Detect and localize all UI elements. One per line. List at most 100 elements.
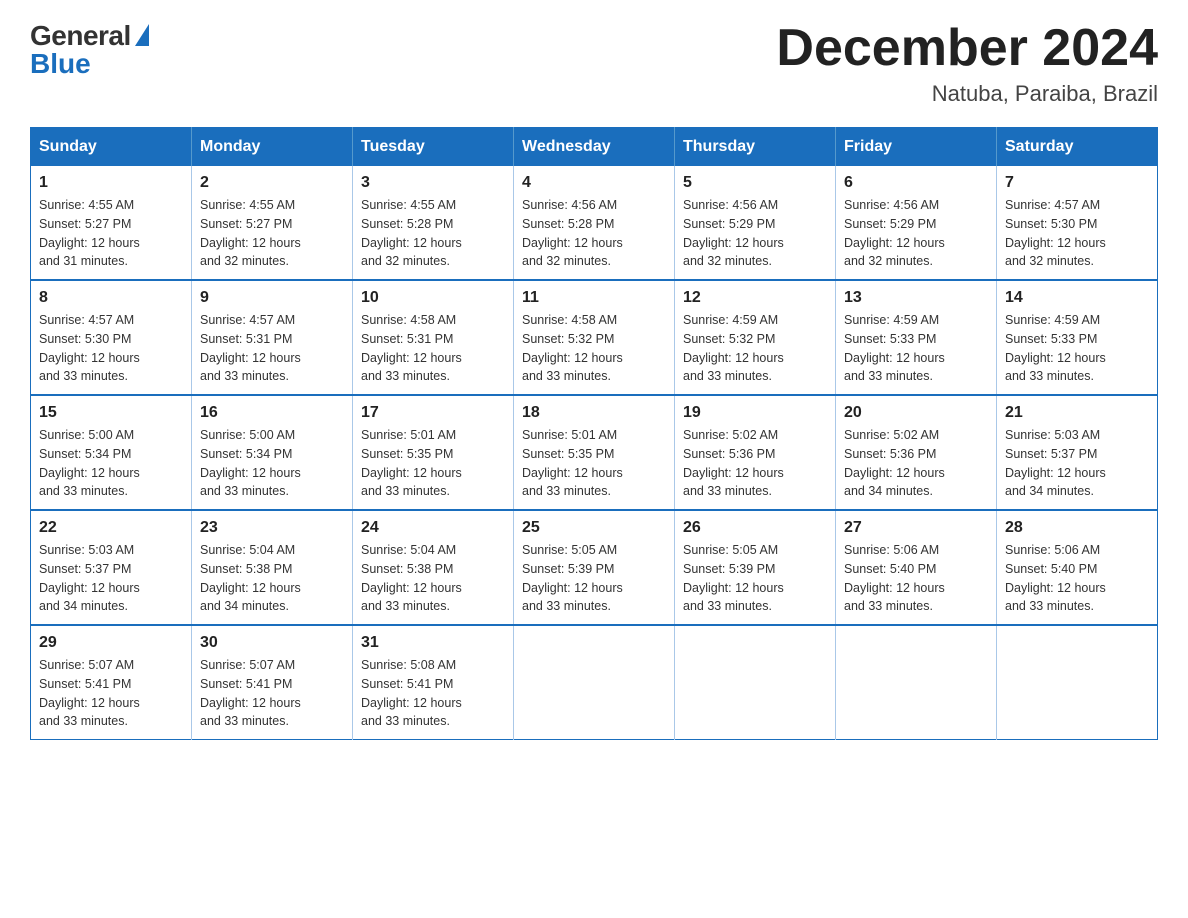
day-info: Sunrise: 5:05 AM Sunset: 5:39 PM Dayligh…	[683, 541, 827, 616]
day-info: Sunrise: 5:07 AM Sunset: 5:41 PM Dayligh…	[39, 656, 183, 731]
day-cell: 10 Sunrise: 4:58 AM Sunset: 5:31 PM Dayl…	[353, 280, 514, 395]
day-info: Sunrise: 4:56 AM Sunset: 5:29 PM Dayligh…	[683, 196, 827, 271]
day-cell	[514, 625, 675, 740]
day-number: 15	[39, 404, 183, 422]
week-row-3: 15 Sunrise: 5:00 AM Sunset: 5:34 PM Dayl…	[31, 395, 1158, 510]
day-cell: 30 Sunrise: 5:07 AM Sunset: 5:41 PM Dayl…	[192, 625, 353, 740]
day-number: 10	[361, 289, 505, 307]
day-info: Sunrise: 5:01 AM Sunset: 5:35 PM Dayligh…	[361, 426, 505, 501]
day-info: Sunrise: 5:03 AM Sunset: 5:37 PM Dayligh…	[39, 541, 183, 616]
day-info: Sunrise: 4:59 AM Sunset: 5:33 PM Dayligh…	[1005, 311, 1149, 386]
day-cell: 14 Sunrise: 4:59 AM Sunset: 5:33 PM Dayl…	[997, 280, 1158, 395]
day-number: 23	[200, 519, 344, 537]
day-info: Sunrise: 4:57 AM Sunset: 5:31 PM Dayligh…	[200, 311, 344, 386]
day-cell: 9 Sunrise: 4:57 AM Sunset: 5:31 PM Dayli…	[192, 280, 353, 395]
day-info: Sunrise: 5:05 AM Sunset: 5:39 PM Dayligh…	[522, 541, 666, 616]
day-cell: 2 Sunrise: 4:55 AM Sunset: 5:27 PM Dayli…	[192, 166, 353, 280]
header-cell-friday: Friday	[836, 128, 997, 167]
day-number: 6	[844, 174, 988, 192]
day-info: Sunrise: 5:00 AM Sunset: 5:34 PM Dayligh…	[200, 426, 344, 501]
header-row: SundayMondayTuesdayWednesdayThursdayFrid…	[31, 128, 1158, 167]
day-cell: 17 Sunrise: 5:01 AM Sunset: 5:35 PM Dayl…	[353, 395, 514, 510]
day-cell: 24 Sunrise: 5:04 AM Sunset: 5:38 PM Dayl…	[353, 510, 514, 625]
calendar-header: SundayMondayTuesdayWednesdayThursdayFrid…	[31, 128, 1158, 167]
day-cell: 12 Sunrise: 4:59 AM Sunset: 5:32 PM Dayl…	[675, 280, 836, 395]
day-number: 19	[683, 404, 827, 422]
day-cell: 20 Sunrise: 5:02 AM Sunset: 5:36 PM Dayl…	[836, 395, 997, 510]
day-cell: 15 Sunrise: 5:00 AM Sunset: 5:34 PM Dayl…	[31, 395, 192, 510]
day-number: 18	[522, 404, 666, 422]
header-cell-sunday: Sunday	[31, 128, 192, 167]
day-number: 2	[200, 174, 344, 192]
day-number: 20	[844, 404, 988, 422]
day-number: 22	[39, 519, 183, 537]
day-number: 7	[1005, 174, 1149, 192]
day-number: 31	[361, 634, 505, 652]
logo: General Blue	[30, 20, 149, 80]
day-cell: 7 Sunrise: 4:57 AM Sunset: 5:30 PM Dayli…	[997, 166, 1158, 280]
day-number: 12	[683, 289, 827, 307]
day-info: Sunrise: 5:04 AM Sunset: 5:38 PM Dayligh…	[200, 541, 344, 616]
main-title: December 2024	[776, 20, 1158, 77]
week-row-1: 1 Sunrise: 4:55 AM Sunset: 5:27 PM Dayli…	[31, 166, 1158, 280]
day-cell: 13 Sunrise: 4:59 AM Sunset: 5:33 PM Dayl…	[836, 280, 997, 395]
day-number: 21	[1005, 404, 1149, 422]
header-cell-tuesday: Tuesday	[353, 128, 514, 167]
day-info: Sunrise: 5:00 AM Sunset: 5:34 PM Dayligh…	[39, 426, 183, 501]
day-number: 26	[683, 519, 827, 537]
day-cell: 23 Sunrise: 5:04 AM Sunset: 5:38 PM Dayl…	[192, 510, 353, 625]
day-info: Sunrise: 4:55 AM Sunset: 5:28 PM Dayligh…	[361, 196, 505, 271]
day-number: 28	[1005, 519, 1149, 537]
day-info: Sunrise: 5:06 AM Sunset: 5:40 PM Dayligh…	[1005, 541, 1149, 616]
day-cell: 18 Sunrise: 5:01 AM Sunset: 5:35 PM Dayl…	[514, 395, 675, 510]
day-cell: 3 Sunrise: 4:55 AM Sunset: 5:28 PM Dayli…	[353, 166, 514, 280]
day-number: 24	[361, 519, 505, 537]
day-cell: 27 Sunrise: 5:06 AM Sunset: 5:40 PM Dayl…	[836, 510, 997, 625]
title-section: December 2024 Natuba, Paraiba, Brazil	[776, 20, 1158, 107]
subtitle: Natuba, Paraiba, Brazil	[776, 81, 1158, 107]
day-info: Sunrise: 4:58 AM Sunset: 5:32 PM Dayligh…	[522, 311, 666, 386]
header-cell-wednesday: Wednesday	[514, 128, 675, 167]
page-header: General Blue December 2024 Natuba, Parai…	[30, 20, 1158, 107]
day-info: Sunrise: 4:59 AM Sunset: 5:33 PM Dayligh…	[844, 311, 988, 386]
day-info: Sunrise: 5:07 AM Sunset: 5:41 PM Dayligh…	[200, 656, 344, 731]
day-cell: 11 Sunrise: 4:58 AM Sunset: 5:32 PM Dayl…	[514, 280, 675, 395]
day-cell	[836, 625, 997, 740]
calendar-body: 1 Sunrise: 4:55 AM Sunset: 5:27 PM Dayli…	[31, 166, 1158, 740]
day-number: 17	[361, 404, 505, 422]
day-number: 27	[844, 519, 988, 537]
header-cell-monday: Monday	[192, 128, 353, 167]
day-number: 30	[200, 634, 344, 652]
day-cell: 29 Sunrise: 5:07 AM Sunset: 5:41 PM Dayl…	[31, 625, 192, 740]
day-cell: 26 Sunrise: 5:05 AM Sunset: 5:39 PM Dayl…	[675, 510, 836, 625]
day-number: 9	[200, 289, 344, 307]
day-info: Sunrise: 5:08 AM Sunset: 5:41 PM Dayligh…	[361, 656, 505, 731]
day-info: Sunrise: 4:55 AM Sunset: 5:27 PM Dayligh…	[39, 196, 183, 271]
week-row-4: 22 Sunrise: 5:03 AM Sunset: 5:37 PM Dayl…	[31, 510, 1158, 625]
day-info: Sunrise: 5:02 AM Sunset: 5:36 PM Dayligh…	[844, 426, 988, 501]
day-info: Sunrise: 5:01 AM Sunset: 5:35 PM Dayligh…	[522, 426, 666, 501]
day-info: Sunrise: 4:56 AM Sunset: 5:28 PM Dayligh…	[522, 196, 666, 271]
day-cell: 8 Sunrise: 4:57 AM Sunset: 5:30 PM Dayli…	[31, 280, 192, 395]
day-cell: 4 Sunrise: 4:56 AM Sunset: 5:28 PM Dayli…	[514, 166, 675, 280]
day-cell: 6 Sunrise: 4:56 AM Sunset: 5:29 PM Dayli…	[836, 166, 997, 280]
day-info: Sunrise: 5:04 AM Sunset: 5:38 PM Dayligh…	[361, 541, 505, 616]
day-cell: 21 Sunrise: 5:03 AM Sunset: 5:37 PM Dayl…	[997, 395, 1158, 510]
day-cell: 31 Sunrise: 5:08 AM Sunset: 5:41 PM Dayl…	[353, 625, 514, 740]
day-number: 5	[683, 174, 827, 192]
day-info: Sunrise: 5:06 AM Sunset: 5:40 PM Dayligh…	[844, 541, 988, 616]
day-number: 1	[39, 174, 183, 192]
day-cell	[675, 625, 836, 740]
day-info: Sunrise: 4:55 AM Sunset: 5:27 PM Dayligh…	[200, 196, 344, 271]
day-cell: 5 Sunrise: 4:56 AM Sunset: 5:29 PM Dayli…	[675, 166, 836, 280]
day-cell	[997, 625, 1158, 740]
day-info: Sunrise: 4:58 AM Sunset: 5:31 PM Dayligh…	[361, 311, 505, 386]
day-info: Sunrise: 4:57 AM Sunset: 5:30 PM Dayligh…	[39, 311, 183, 386]
day-cell: 19 Sunrise: 5:02 AM Sunset: 5:36 PM Dayl…	[675, 395, 836, 510]
header-cell-saturday: Saturday	[997, 128, 1158, 167]
day-number: 13	[844, 289, 988, 307]
day-number: 8	[39, 289, 183, 307]
day-number: 25	[522, 519, 666, 537]
day-number: 29	[39, 634, 183, 652]
day-number: 3	[361, 174, 505, 192]
